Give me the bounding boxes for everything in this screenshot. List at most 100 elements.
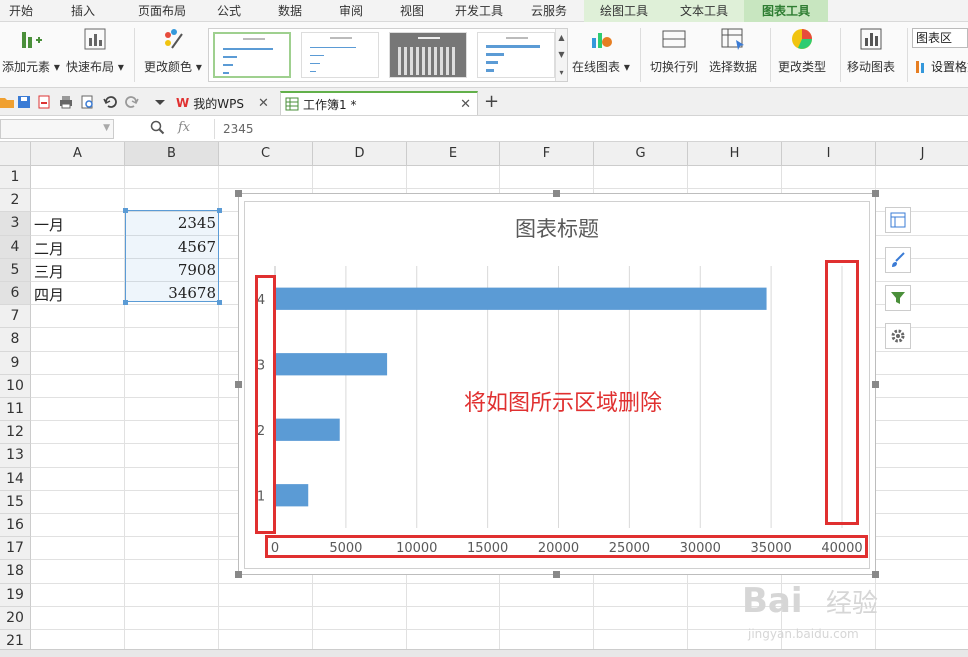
ribbon-tab[interactable]: 页面布局 [124, 0, 200, 22]
new-tab-plus-icon[interactable]: + [484, 91, 499, 112]
cell-a5[interactable]: 三月 [34, 261, 64, 282]
row-header-13[interactable]: 13 [0, 444, 31, 468]
print-preview-icon[interactable] [81, 95, 95, 109]
column-header-f[interactable]: F [500, 142, 594, 166]
row-header-7[interactable]: 7 [0, 305, 31, 329]
selection-handle[interactable] [217, 300, 222, 305]
selection-handle[interactable] [217, 208, 222, 213]
column-header-e[interactable]: E [407, 142, 500, 166]
chart-filter-button[interactable] [885, 285, 911, 311]
row-header-5[interactable]: 5 [0, 258, 31, 282]
row-header-12[interactable]: 12 [0, 421, 31, 445]
selection-handle[interactable] [123, 208, 128, 213]
online-chart-button[interactable]: 在线图表 ▾ [572, 26, 630, 75]
cell-b5[interactable]: 7908 [126, 261, 216, 279]
column-header-j[interactable]: J [876, 142, 968, 166]
chevron-down-icon[interactable]: ▼ [103, 123, 110, 133]
export-pdf-icon[interactable] [37, 95, 51, 109]
select-all-corner[interactable] [0, 142, 31, 166]
close-icon[interactable]: ✕ [460, 97, 471, 112]
row-header-15[interactable]: 15 [0, 490, 31, 514]
cell-a3[interactable]: 一月 [34, 214, 64, 235]
row-header-4[interactable]: 4 [0, 235, 31, 259]
chart-elements-button[interactable] [885, 207, 911, 233]
switch-row-col-button[interactable]: 切换行列 [650, 26, 698, 75]
ribbon-tab[interactable]: 图表工具 [744, 0, 828, 22]
change-type-button[interactable]: 更改类型 [778, 26, 826, 75]
column-header-b[interactable]: B [125, 142, 219, 166]
row-header-10[interactable]: 10 [0, 374, 31, 398]
print-icon[interactable] [59, 95, 73, 109]
move-chart-button[interactable]: 移动图表 [847, 26, 895, 75]
ribbon-tab[interactable]: 开发工具 [444, 0, 514, 22]
chart-style-button[interactable] [885, 247, 911, 273]
row-header-1[interactable]: 1 [0, 166, 31, 190]
ribbon-tab[interactable]: 文本工具 [664, 0, 744, 22]
ribbon-tab[interactable]: 公式 [200, 0, 258, 22]
change-color-button[interactable]: 更改颜色 ▾ [144, 26, 202, 75]
resize-handle[interactable] [235, 381, 242, 388]
row-header-19[interactable]: 19 [0, 583, 31, 607]
ribbon-tab[interactable]: 数据 [258, 0, 322, 22]
ribbon-tab[interactable]: 审阅 [322, 0, 380, 22]
resize-handle[interactable] [553, 190, 560, 197]
column-header-c[interactable]: C [219, 142, 313, 166]
save-icon[interactable] [17, 95, 31, 109]
cell-a6[interactable]: 四月 [34, 284, 64, 305]
row-header-17[interactable]: 17 [0, 537, 31, 561]
ribbon-tab[interactable]: 云服务 [514, 0, 584, 22]
doc-tab-my-wps[interactable]: W 我的WPS ✕ [176, 91, 278, 115]
sheet-tab-bar[interactable] [0, 649, 968, 657]
resize-handle[interactable] [235, 571, 242, 578]
cell-b4[interactable]: 4567 [126, 238, 216, 256]
chart-style-thumb[interactable] [213, 32, 291, 78]
column-header-g[interactable]: G [594, 142, 688, 166]
more-icon[interactable]: ▾ [559, 68, 563, 77]
column-header-i[interactable]: I [782, 142, 876, 166]
select-data-button[interactable]: 选择数据 [709, 26, 757, 75]
chevron-down-icon[interactable]: ▼ [558, 50, 564, 59]
chart-style-thumb[interactable] [389, 32, 467, 78]
chart-settings-button[interactable] [885, 323, 911, 349]
resize-handle[interactable] [872, 381, 879, 388]
ribbon-tab[interactable]: 开始 [0, 0, 42, 22]
set-format-button[interactable]: 设置格式 [914, 58, 968, 75]
ribbon-tab[interactable]: 插入 [42, 0, 124, 22]
chart-element-select[interactable]: 图表区 [912, 28, 968, 48]
resize-handle[interactable] [235, 190, 242, 197]
fx-icon[interactable]: fx [178, 120, 190, 135]
row-header-8[interactable]: 8 [0, 328, 31, 352]
row-header-16[interactable]: 16 [0, 514, 31, 538]
name-box[interactable]: ▼ [0, 119, 114, 139]
zoom-icon[interactable] [150, 120, 166, 136]
gallery-scroll[interactable]: ▲ ▼ ▾ [555, 29, 567, 81]
customize-toolbar-icon[interactable] [153, 95, 167, 109]
ribbon-tab[interactable]: 绘图工具 [584, 0, 664, 22]
column-header-d[interactable]: D [313, 142, 407, 166]
cell-b6[interactable]: 34678 [126, 284, 216, 302]
cell-b3[interactable]: 2345 [126, 214, 216, 232]
doc-tab-workbook[interactable]: 工作簿1 * ✕ [280, 91, 478, 115]
row-header-14[interactable]: 14 [0, 467, 31, 491]
resize-handle[interactable] [553, 571, 560, 578]
row-header-9[interactable]: 9 [0, 351, 31, 375]
chart-style-thumb[interactable] [477, 32, 555, 78]
ribbon-tab[interactable]: 视图 [380, 0, 444, 22]
chart-style-thumb[interactable] [301, 32, 379, 78]
chevron-up-icon[interactable]: ▲ [558, 33, 564, 42]
add-element-button[interactable]: 添加元素 ▾ [2, 26, 60, 75]
resize-handle[interactable] [872, 190, 879, 197]
formula-input[interactable]: 2345 [214, 119, 968, 139]
undo-icon[interactable] [103, 95, 117, 109]
column-header-a[interactable]: A [31, 142, 125, 166]
row-header-20[interactable]: 20 [0, 606, 31, 630]
row-header-6[interactable]: 6 [0, 282, 31, 306]
quick-layout-button[interactable]: 快速布局 ▾ [66, 26, 124, 75]
redo-icon[interactable] [125, 95, 139, 109]
column-header-h[interactable]: H [688, 142, 782, 166]
row-header-18[interactable]: 18 [0, 560, 31, 584]
cell-a4[interactable]: 二月 [34, 238, 64, 259]
row-header-11[interactable]: 11 [0, 398, 31, 422]
folder-icon[interactable] [0, 95, 14, 109]
row-header-3[interactable]: 3 [0, 212, 31, 236]
